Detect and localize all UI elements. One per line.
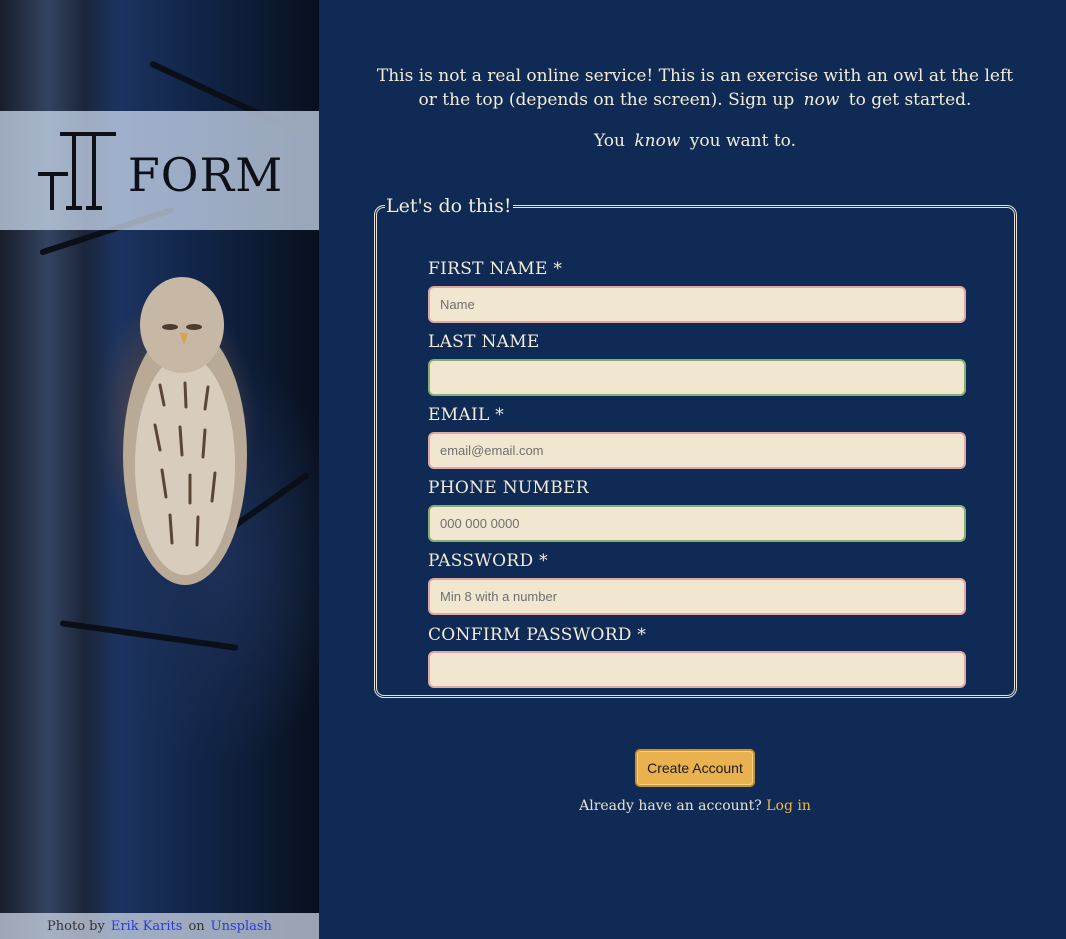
last-name-input[interactable]	[428, 359, 966, 396]
last-name-label: LAST NAME	[428, 332, 540, 352]
photo-credit: Photo by Erik Karits on Unsplash	[0, 913, 319, 939]
credit-on: on	[188, 918, 205, 934]
create-account-button[interactable]: Create Account	[635, 749, 755, 787]
first-name-label: FIRST NAME *	[428, 259, 563, 279]
logo-wordmark: FORM	[127, 147, 284, 202]
password-label: PASSWORD *	[428, 551, 548, 571]
intro-text-2: You know you want to.	[367, 131, 1023, 151]
logo-tt-mark	[37, 131, 116, 210]
phone-input[interactable]	[428, 505, 966, 542]
fieldset-legend: Let's do this!	[386, 195, 512, 217]
log-in-link[interactable]: Log in	[766, 798, 811, 814]
intro-line1-b: to get started.	[848, 90, 972, 110]
intro-emphasis-know: know	[634, 131, 681, 151]
login-prompt-text: Already have an account?	[579, 798, 762, 814]
password-input[interactable]	[428, 578, 966, 615]
logo: FORM	[36, 130, 283, 212]
intro-text: This is not a real online service! This …	[367, 64, 1023, 112]
confirm-password-input[interactable]	[428, 651, 966, 688]
login-prompt: Already have an account? Log in	[319, 798, 1066, 814]
credit-prefix: Photo by	[47, 918, 105, 934]
main-content: This is not a real online service! This …	[319, 0, 1066, 939]
intro-line2-a: You	[593, 131, 625, 151]
credit-site-link[interactable]: Unsplash	[211, 919, 272, 934]
intro-emphasis-now: now	[803, 90, 840, 110]
signup-fieldset: Let's do this! FIRST NAME * LAST NAME EM…	[374, 195, 1017, 698]
email-input[interactable]	[428, 432, 966, 469]
phone-label: PHONE NUMBER	[428, 478, 589, 498]
email-label: EMAIL *	[428, 405, 505, 425]
owl-photo-panel: FORM Photo by Erik Karits on Unsplash	[0, 0, 319, 939]
confirm-password-label: CONFIRM PASSWORD *	[428, 625, 647, 645]
credit-author-link[interactable]: Erik Karits	[111, 919, 183, 934]
logo-bar: FORM	[0, 111, 319, 230]
intro-line2-b: you want to.	[689, 131, 797, 151]
owl-image	[123, 277, 247, 585]
first-name-input[interactable]	[428, 286, 966, 323]
